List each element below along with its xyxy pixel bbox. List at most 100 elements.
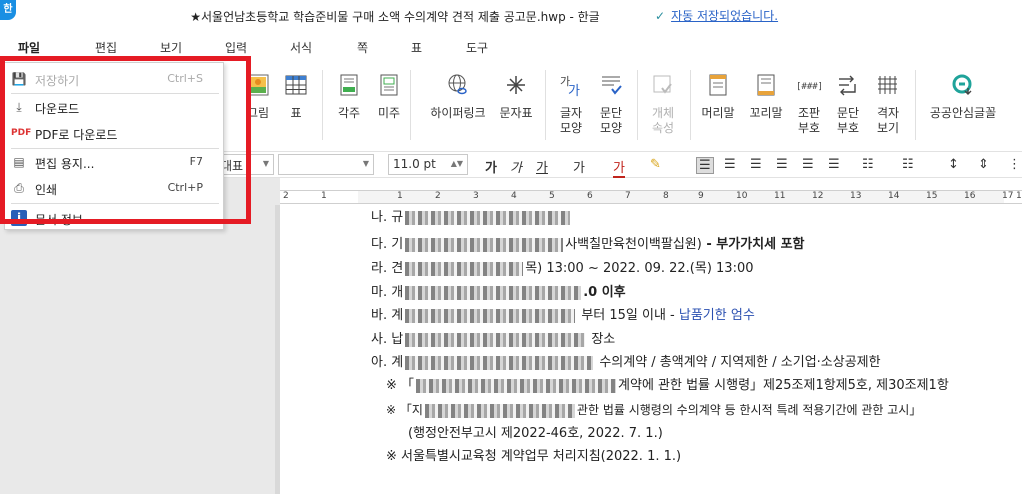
align-left-icon[interactable]: ☰ — [724, 157, 736, 172]
line-spacing-icon[interactable]: ↕ — [948, 157, 959, 172]
redacted-text — [416, 378, 617, 393]
font-size-unit: pt — [423, 157, 436, 171]
endnote-button[interactable]: 미주 — [363, 72, 415, 121]
doc-line: 아. 계 수의계약 / 총액계약 / 지역제한 / 소기업·소상공제한 — [371, 354, 881, 372]
align-distribute-icon[interactable]: ☰ — [802, 157, 814, 172]
align-justify-icon[interactable]: ☰ — [696, 157, 714, 174]
numbered-list-icon[interactable]: ☷ — [902, 157, 914, 172]
char-shape-icon: 가가 — [560, 75, 580, 98]
hyperlink-label: 하이퍼링크 — [430, 106, 486, 120]
doc-line-text: 부터 15일 이내 - — [577, 308, 679, 323]
redacted-text — [424, 403, 575, 418]
doc-line-text: 관한 법률 시행령의 수의계약 등 한시적 특례 적용기간에 관한 고시」 — [576, 403, 922, 417]
ruler-tick: 13 — [850, 191, 862, 201]
grid-icon — [878, 76, 897, 94]
align-split-icon[interactable]: ☰ — [828, 157, 840, 172]
menu-edit[interactable]: 편집 — [95, 39, 117, 56]
underline-button[interactable]: 가 — [536, 157, 548, 176]
doc-line-bold: .0 이후 — [583, 285, 626, 300]
redacted-text — [405, 355, 594, 370]
menu-format[interactable]: 서식 — [290, 39, 312, 56]
doc-line: 바. 계 부터 15일 이내 - 납품기한 엄수 — [371, 307, 755, 325]
font-select[interactable]: ▼ — [278, 154, 374, 175]
markup-label: 조판 부호 — [797, 106, 821, 135]
menu-page[interactable]: 쪽 — [357, 39, 368, 56]
redacted-text — [405, 261, 524, 276]
title-bar: 한 ★서울언남초등학교 학습준비물 구매 소액 수의계약 견적 제출 공고문.h… — [0, 0, 1022, 30]
ruler-tick: 15 — [926, 191, 938, 201]
redacted-text — [405, 237, 564, 252]
footer-label: 꼬리말 — [749, 106, 783, 120]
doc-line: 라. 견 목) 13:00 ~ 2022. 09. 22.(목) 13:00 — [371, 260, 754, 278]
doc-line-text: 장소 — [587, 332, 616, 347]
menu-tools[interactable]: 도구 — [466, 39, 488, 56]
para-spacing-icon[interactable]: ⇕ — [978, 157, 989, 172]
redacted-text — [405, 332, 586, 347]
highlight-pen-icon[interactable]: ✎ — [650, 157, 661, 172]
horizontal-ruler[interactable]: 2 1 1 2 3 4 5 6 7 8 9 10 11 12 13 14 15 … — [280, 190, 1022, 204]
doc-line: 사. 납 장소 — [371, 331, 615, 349]
more-icon[interactable]: ⋮ — [1008, 157, 1021, 172]
hyperlink-button[interactable]: 하이퍼링크 — [423, 72, 493, 121]
header-icon — [709, 74, 727, 96]
para-mark-label: 문단 부호 — [836, 106, 860, 135]
doc-line-prefix: 사. 납 — [371, 332, 404, 347]
redacted-text — [405, 285, 582, 300]
align-right-icon[interactable]: ☰ — [776, 157, 788, 172]
autosave-label: 자동 저장되었습니다. — [671, 9, 779, 23]
italic-button[interactable]: 가 — [510, 157, 522, 176]
endnote-icon — [380, 74, 398, 96]
autosave-status[interactable]: ✓ 자동 저장되었습니다. — [655, 7, 778, 24]
ruler-tick: 5 — [549, 191, 555, 201]
table-label: 표 — [290, 106, 302, 120]
safe-font-button[interactable]: 공공안심글꼴 — [922, 72, 1004, 121]
text-color-button[interactable]: 가 — [613, 157, 625, 178]
ruler-tick: 2 — [283, 191, 289, 201]
ruler-text-area — [358, 191, 1004, 203]
font-size-value: 11.0 — [393, 157, 420, 171]
svg-text:가: 가 — [568, 84, 580, 98]
chevron-down-icon: ▼ — [362, 159, 369, 168]
bold-button[interactable]: 가 — [485, 157, 497, 176]
stepper-icon: ▲▼ — [450, 159, 463, 168]
ribbon-separator — [410, 70, 411, 140]
ribbon-separator — [690, 70, 691, 140]
doc-line-prefix: 마. 개 — [371, 285, 404, 300]
bullet-list-icon[interactable]: ☷ — [862, 157, 874, 172]
menu-view[interactable]: 보기 — [160, 39, 182, 56]
menu-table[interactable]: 표 — [411, 39, 422, 56]
align-center-icon[interactable]: ☰ — [750, 157, 762, 172]
doc-line-prefix: ※ 「 — [386, 378, 415, 393]
object-props-button[interactable]: 개체 속성 — [637, 72, 689, 136]
ruler-tick: 1 — [321, 191, 327, 201]
doc-line-emphasis: 납품기한 엄수 — [678, 308, 755, 323]
endnote-label: 미주 — [377, 106, 401, 120]
doc-line-prefix: 아. 계 — [371, 355, 404, 370]
header-button[interactable]: 머리말 — [692, 72, 744, 121]
object-props-label: 개체 속성 — [651, 106, 675, 135]
grid-view-label: 격자 보기 — [876, 106, 900, 135]
menu-insert[interactable]: 입력 — [225, 39, 247, 56]
table-icon — [285, 75, 307, 95]
symbol-label: 문자표 — [499, 106, 533, 120]
redacted-text — [405, 308, 576, 323]
safe-font-icon — [952, 74, 972, 95]
doc-line-prefix: 다. 기 — [371, 237, 404, 252]
ruler-tick: 7 — [625, 191, 631, 201]
strikethrough-button[interactable]: 가 — [573, 157, 585, 176]
font-size-stepper[interactable]: 11.0 pt ▲▼ — [388, 154, 468, 175]
para-shape-button[interactable]: 문단 모양 — [585, 72, 637, 136]
safe-font-label: 공공안심글꼴 — [929, 106, 997, 120]
ruler-tick: 2 — [435, 191, 441, 201]
footnote-icon — [340, 74, 358, 96]
doc-line: ※ 서울특별시교육청 계약업무 처리지침(2022. 1. 1.) — [386, 449, 682, 464]
grid-view-button[interactable]: 격자 보기 — [862, 72, 914, 136]
table-button[interactable]: 표 — [270, 72, 322, 121]
footnote-label: 각주 — [337, 106, 361, 120]
ruler-tick: 14 — [888, 191, 900, 201]
document-page[interactable]: 나. 규 다. 기 사백칠만육천이백팔십원) - 부가가치세 포함 라. 견 목) … — [280, 205, 1022, 494]
check-icon: ✓ — [655, 9, 666, 23]
markup-icon: [###] — [796, 82, 822, 92]
symbol-button[interactable]: 문자표 — [490, 72, 542, 121]
para-shape-icon — [602, 76, 622, 95]
